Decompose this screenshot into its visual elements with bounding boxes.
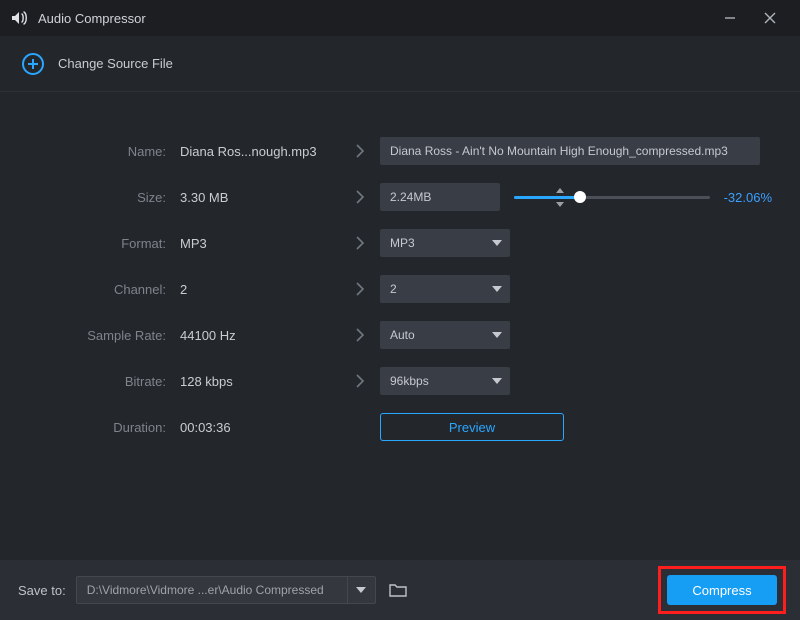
label-size: Size: bbox=[24, 190, 180, 205]
original-channel: 2 bbox=[180, 282, 340, 297]
row-name: Name: Diana Ros...nough.mp3 bbox=[24, 128, 776, 174]
chevron-down-icon bbox=[492, 286, 502, 292]
titlebar: Audio Compressor bbox=[0, 0, 800, 36]
source-bar: Change Source File bbox=[0, 36, 800, 92]
format-select[interactable]: MP3 bbox=[380, 229, 510, 257]
label-sample-rate: Sample Rate: bbox=[24, 328, 180, 343]
target-name-input[interactable] bbox=[380, 137, 760, 165]
window-title: Audio Compressor bbox=[38, 11, 146, 26]
original-bitrate: 128 kbps bbox=[180, 374, 340, 389]
original-format: MP3 bbox=[180, 236, 340, 251]
original-duration: 00:03:36 bbox=[180, 420, 340, 435]
compress-highlight: Compress bbox=[658, 566, 786, 614]
sample-rate-select-value: Auto bbox=[390, 328, 415, 342]
label-channel: Channel: bbox=[24, 282, 180, 297]
row-channel: Channel: 2 2 bbox=[24, 266, 776, 312]
save-to-label: Save to: bbox=[18, 583, 66, 598]
size-stepper[interactable] bbox=[380, 183, 500, 211]
arrow-icon bbox=[340, 144, 380, 158]
open-folder-button[interactable] bbox=[384, 576, 412, 604]
arrow-icon bbox=[340, 236, 380, 250]
chevron-down-icon bbox=[492, 378, 502, 384]
change-source-link[interactable]: Change Source File bbox=[58, 56, 173, 71]
chevron-down-icon bbox=[492, 240, 502, 246]
row-duration: Duration: 00:03:36 Preview bbox=[24, 404, 776, 450]
row-format: Format: MP3 MP3 bbox=[24, 220, 776, 266]
save-path-dropdown[interactable] bbox=[347, 577, 375, 603]
label-format: Format: bbox=[24, 236, 180, 251]
channel-select-value: 2 bbox=[390, 282, 397, 296]
arrow-icon bbox=[340, 328, 380, 342]
row-bitrate: Bitrate: 128 kbps 96kbps bbox=[24, 358, 776, 404]
row-size: Size: 3.30 MB bbox=[24, 174, 776, 220]
close-button[interactable] bbox=[750, 0, 790, 36]
size-slider-thumb[interactable] bbox=[574, 191, 586, 203]
arrow-icon bbox=[340, 190, 380, 204]
save-path-box bbox=[76, 576, 376, 604]
label-bitrate: Bitrate: bbox=[24, 374, 180, 389]
format-select-value: MP3 bbox=[390, 236, 415, 250]
bitrate-select[interactable]: 96kbps bbox=[380, 367, 510, 395]
original-size: 3.30 MB bbox=[180, 190, 340, 205]
arrow-icon bbox=[340, 282, 380, 296]
label-name: Name: bbox=[24, 144, 180, 159]
bitrate-select-value: 96kbps bbox=[390, 374, 429, 388]
main-form: Name: Diana Ros...nough.mp3 Size: 3.30 M… bbox=[0, 92, 800, 450]
label-duration: Duration: bbox=[24, 420, 180, 435]
channel-select[interactable]: 2 bbox=[380, 275, 510, 303]
minimize-button[interactable] bbox=[710, 0, 750, 36]
row-sample-rate: Sample Rate: 44100 Hz Auto bbox=[24, 312, 776, 358]
original-name: Diana Ros...nough.mp3 bbox=[180, 144, 340, 159]
arrow-icon bbox=[340, 374, 380, 388]
save-path-input[interactable] bbox=[77, 583, 347, 597]
preview-button[interactable]: Preview bbox=[380, 413, 564, 441]
chevron-down-icon bbox=[492, 332, 502, 338]
original-sample-rate: 44100 Hz bbox=[180, 328, 340, 343]
app-audio-icon bbox=[10, 8, 30, 28]
bottombar: Save to: Compress bbox=[0, 560, 800, 620]
sample-rate-select[interactable]: Auto bbox=[380, 321, 510, 349]
audio-compressor-window: Audio Compressor Change Source File Name… bbox=[0, 0, 800, 620]
add-source-icon[interactable] bbox=[22, 53, 44, 75]
size-slider[interactable] bbox=[514, 183, 710, 211]
compress-button[interactable]: Compress bbox=[667, 575, 777, 605]
size-percent: -32.06% bbox=[724, 190, 776, 205]
